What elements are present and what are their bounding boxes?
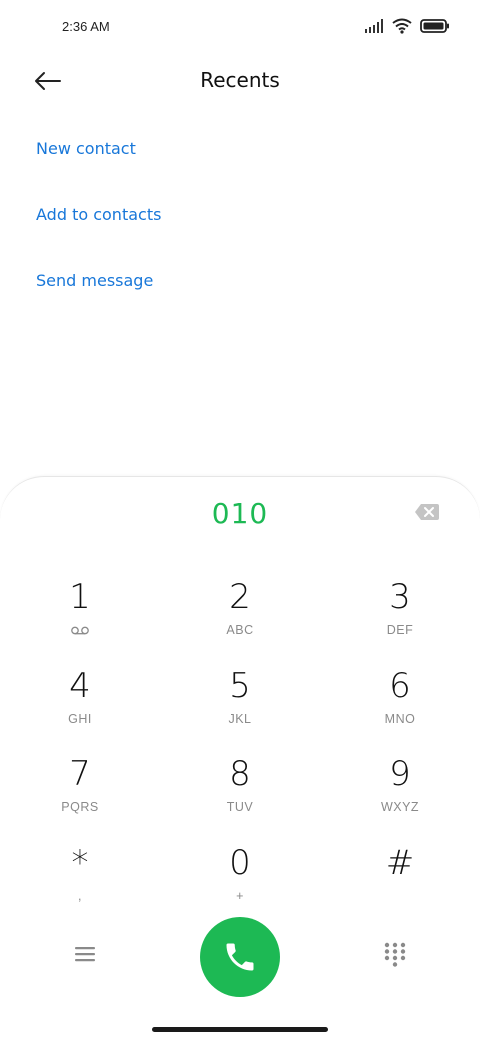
key-letters: , <box>78 889 82 903</box>
key-digit: 8 <box>229 754 251 794</box>
key-2[interactable]: 2 ABC <box>180 577 300 655</box>
wifi-icon <box>392 18 412 34</box>
key-letters: MNO <box>384 712 416 726</box>
dialer-sheet: 010 1 2 ABC 3 DEF 4 GHI 5 JKL 6 MNO 7 PQ… <box>0 476 480 1041</box>
backspace-button[interactable] <box>414 503 440 523</box>
keypad-icon <box>384 942 406 967</box>
key-digit: 5 <box>229 666 251 706</box>
dialed-number: 010 <box>211 497 269 530</box>
key-3[interactable]: 3 DEF <box>340 577 460 655</box>
send-message-link[interactable]: Send message <box>36 264 161 330</box>
key-letters: JKL <box>228 712 252 726</box>
key-letters: TUV <box>226 800 254 814</box>
key-digit: 3 <box>389 577 411 617</box>
key-1[interactable]: 1 <box>20 577 140 655</box>
key-digit: # <box>385 843 415 883</box>
call-button[interactable] <box>200 917 280 997</box>
signal-icon <box>365 19 383 33</box>
key-4[interactable]: 4 GHI <box>20 666 140 744</box>
key-7[interactable]: 7 PQRS <box>20 754 140 832</box>
battery-icon <box>420 19 449 33</box>
voicemail-icon <box>71 626 89 635</box>
key-digit: 6 <box>389 666 411 706</box>
action-list: New contact Add to contacts Send message <box>36 132 161 330</box>
key-letters: ABC <box>226 623 254 637</box>
menu-button[interactable] <box>74 945 96 963</box>
key-digit: * <box>71 843 89 883</box>
key-digit: 4 <box>69 666 91 706</box>
key-0[interactable]: 0 + <box>180 843 300 921</box>
key-digit: 1 <box>69 577 91 617</box>
key-letters: GHI <box>68 712 92 726</box>
home-indicator[interactable] <box>152 1027 328 1032</box>
key-star[interactable]: * , <box>20 843 140 921</box>
key-digit: 2 <box>229 577 251 617</box>
status-icons <box>364 18 450 34</box>
key-letters: PQRS <box>61 800 99 814</box>
key-letters: WXYZ <box>380 800 420 814</box>
key-8[interactable]: 8 TUV <box>180 754 300 832</box>
key-letters: + <box>236 889 244 903</box>
key-digit: 9 <box>389 754 411 794</box>
phone-icon <box>226 943 254 971</box>
key-9[interactable]: 9 WXYZ <box>340 754 460 832</box>
keypad-toggle-button[interactable] <box>384 942 406 968</box>
key-digit: 7 <box>69 754 91 794</box>
key-digit: 0 <box>229 843 251 883</box>
key-letters: DEF <box>386 623 414 637</box>
new-contact-link[interactable]: New contact <box>36 132 161 198</box>
backspace-icon <box>415 504 439 520</box>
key-hash[interactable]: # <box>340 843 460 921</box>
page-title: Recents <box>200 68 280 92</box>
header: Recents <box>0 54 480 110</box>
key-5[interactable]: 5 JKL <box>180 666 300 744</box>
menu-icon <box>75 947 95 962</box>
add-to-contacts-link[interactable]: Add to contacts <box>36 198 161 264</box>
status-time: 2:36 AM <box>62 19 110 34</box>
key-6[interactable]: 6 MNO <box>340 666 460 744</box>
status-bar: 2:36 AM <box>0 0 480 54</box>
